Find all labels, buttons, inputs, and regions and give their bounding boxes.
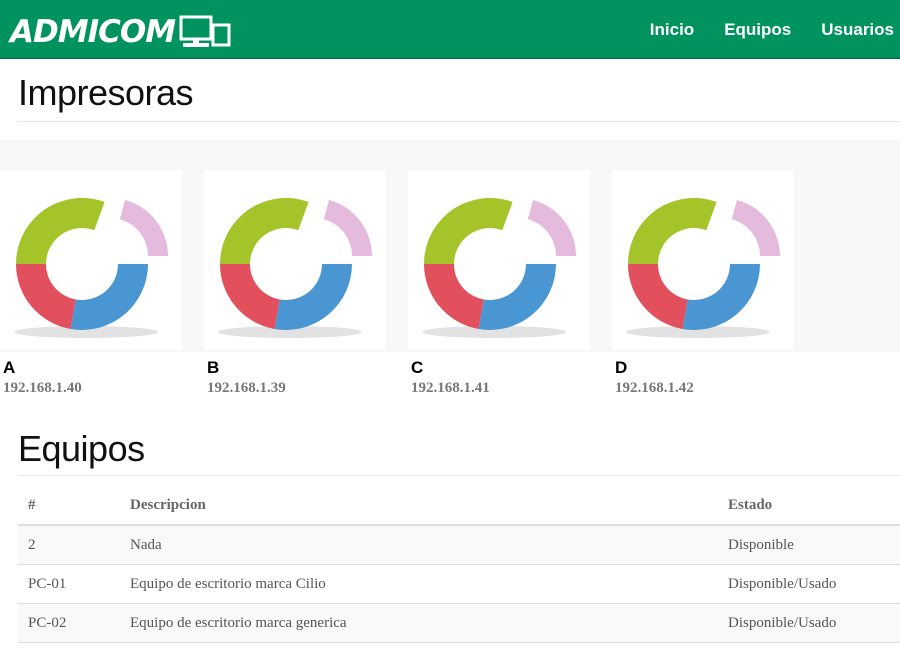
equipos-title: Equipos (18, 428, 145, 469)
brand-logo[interactable]: ADMICOM (10, 13, 231, 51)
cell-id: PC-01 (18, 564, 120, 604)
cell-descripcion: Equipo de escritorio marca Cilio (120, 564, 718, 604)
nav-links: Inicio Equipos Usuarios (620, 0, 894, 59)
segment-pink (119, 199, 168, 256)
monitor-keyboard-icon (179, 15, 231, 47)
printer-name: A (3, 358, 16, 377)
printer-chart (408, 170, 590, 350)
header-estado[interactable]: Estado (718, 486, 900, 526)
printer-ip: 192.168.1.42 (615, 380, 694, 396)
cell-estado: Disponible/Usado (718, 564, 900, 604)
printer-name: C (411, 358, 424, 377)
equipos-divider (18, 475, 900, 476)
cell-descripcion: Equipo de escritorio marca generica (120, 603, 718, 643)
cell-id: PC-02 (18, 603, 120, 643)
cell-descripcion: Nada (120, 525, 718, 565)
segment-red (16, 264, 76, 329)
table-row[interactable]: PC-01 Equipo de escritorio marca Cilio D… (18, 564, 900, 604)
donut-chart-icon (14, 198, 168, 338)
header-descripcion[interactable]: Descripcion (120, 486, 718, 526)
segment-pink (731, 199, 780, 256)
table-row[interactable]: PC-02 Equipo de escritorio marca generic… (18, 603, 900, 643)
segment-blue (70, 264, 148, 330)
segment-green (220, 198, 309, 264)
segment-pink (323, 199, 372, 256)
header-id[interactable]: # (18, 486, 120, 526)
nav-inicio[interactable]: Inicio (650, 20, 694, 40)
segment-red (220, 264, 280, 329)
top-navbar: ADMICOM Inicio Equipos Usuarios (0, 0, 900, 59)
impresoras-title: Impresoras (18, 72, 194, 113)
printer-name: D (615, 358, 628, 377)
segment-blue (478, 264, 556, 330)
segment-red (424, 264, 484, 329)
printer-chart (204, 170, 386, 350)
printer-chart (612, 170, 794, 350)
nav-equipos[interactable]: Equipos (724, 20, 791, 40)
printer-ip: 192.168.1.41 (411, 380, 490, 396)
printer-ip: 192.168.1.40 (3, 380, 82, 396)
cell-id: 2 (18, 525, 120, 565)
cell-estado: Disponible (718, 525, 900, 565)
printer-chart (0, 170, 182, 350)
equipos-table: # Descripcion Estado 2 Nada Disponible P… (18, 486, 900, 643)
segment-green (628, 198, 717, 264)
table-header-row: # Descripcion Estado (18, 486, 900, 526)
segment-pink (527, 199, 576, 256)
donut-chart-icon (218, 198, 372, 338)
donut-chart-icon (626, 198, 780, 338)
segment-green (424, 198, 513, 264)
brand-text: ADMICOM (10, 14, 176, 50)
table-row[interactable]: 2 Nada Disponible (18, 525, 900, 565)
segment-blue (274, 264, 352, 330)
segment-blue (682, 264, 760, 330)
segment-red (628, 264, 688, 329)
segment-green (16, 198, 105, 264)
donut-chart-icon (422, 198, 576, 338)
cell-estado: Disponible/Usado (718, 603, 900, 643)
nav-usuarios[interactable]: Usuarios (821, 20, 894, 40)
printer-ip: 192.168.1.39 (207, 380, 286, 396)
impresoras-divider (18, 121, 900, 122)
printer-name: B (207, 358, 220, 377)
